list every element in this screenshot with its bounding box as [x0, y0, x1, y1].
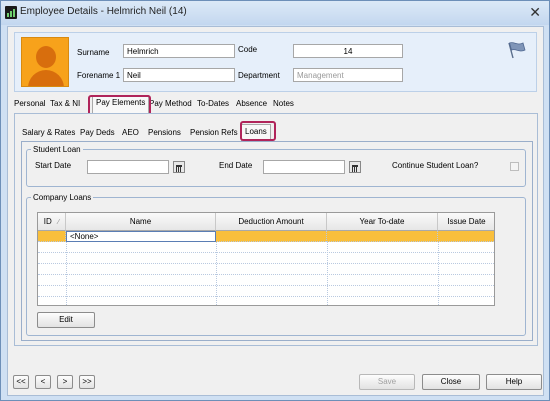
tab-pay-deds[interactable]: Pay Deds: [77, 126, 118, 139]
edit-button[interactable]: Edit: [37, 312, 95, 328]
code-label: Code: [238, 45, 258, 54]
loans-highlight: [240, 121, 276, 141]
company-loans-group: Company Loans ID ⁄ Name Deduction Amount…: [26, 193, 526, 336]
next-record-button[interactable]: >: [57, 375, 73, 389]
end-date-label: End Date: [219, 161, 253, 170]
cell-ytd: [327, 231, 438, 242]
close-button[interactable]: Close: [422, 374, 480, 390]
tab-absence[interactable]: Absence: [233, 97, 270, 110]
cell-name[interactable]: <None>: [66, 231, 216, 242]
help-button[interactable]: Help: [486, 374, 542, 390]
cell-issue-date: [438, 231, 494, 242]
surname-field[interactable]: Helmrich: [123, 44, 235, 58]
loans-panel: Student Loan Start Date End Date Continu…: [21, 141, 533, 341]
title-bar[interactable]: Employee Details - Helmrich Neil (14) ✕: [1, 1, 549, 25]
company-loans-legend: Company Loans: [33, 193, 92, 202]
sort-icon: ⁄: [58, 219, 60, 226]
end-date-calendar-icon[interactable]: [349, 161, 361, 173]
tab-to-dates[interactable]: To-Dates: [194, 97, 232, 110]
department-label: Department: [238, 71, 280, 80]
empty-row: [38, 264, 494, 275]
client-area: Surname Helmrich Forename 1 Neil Code 14…: [7, 26, 544, 396]
continue-student-loan-label: Continue Student Loan?: [392, 161, 479, 170]
column-header-year-to-date[interactable]: Year To-date: [327, 213, 438, 231]
start-date-label: Start Date: [35, 161, 72, 170]
continue-student-loan-checkbox[interactable]: [510, 162, 519, 171]
surname-label: Surname: [77, 48, 110, 57]
empty-row: [38, 286, 494, 297]
start-date-field[interactable]: [87, 160, 169, 174]
table-row[interactable]: <None>: [38, 231, 494, 242]
employee-header: Surname Helmrich Forename 1 Neil Code 14…: [14, 32, 537, 92]
department-field: Management: [293, 68, 403, 82]
student-loan-legend: Student Loan: [33, 145, 81, 154]
flag-icon[interactable]: [506, 41, 526, 59]
company-loans-grid[interactable]: ID ⁄ Name Deduction Amount Year To-date …: [37, 212, 495, 306]
empty-row: [38, 242, 494, 253]
last-record-button[interactable]: >>: [79, 375, 95, 389]
tab-salary-rates[interactable]: Salary & Rates: [19, 126, 78, 139]
tab-tax-ni[interactable]: Tax & NI: [47, 97, 83, 110]
close-window-icon[interactable]: ✕: [529, 4, 541, 21]
first-record-button[interactable]: <<: [13, 375, 29, 389]
end-date-field[interactable]: [263, 160, 345, 174]
forename-label: Forename 1: [77, 71, 121, 80]
forename-field[interactable]: Neil: [123, 68, 235, 82]
employee-details-window: Employee Details - Helmrich Neil (14) ✕ …: [0, 0, 550, 401]
tab-pension-refs[interactable]: Pension Refs: [187, 126, 241, 139]
tab-aeo[interactable]: AEO: [119, 126, 142, 139]
previous-record-button[interactable]: <: [35, 375, 51, 389]
column-header-id[interactable]: ID ⁄: [38, 213, 66, 231]
start-date-calendar-icon[interactable]: [173, 161, 185, 173]
code-field[interactable]: 14: [293, 44, 403, 58]
tab-personal[interactable]: Personal: [11, 97, 49, 110]
column-header-name[interactable]: Name: [66, 213, 216, 231]
pay-elements-panel: Salary & Rates Pay Deds AEO Pensions Pen…: [14, 113, 538, 346]
cell-id: [38, 231, 66, 242]
avatar: [21, 37, 69, 87]
tab-pensions[interactable]: Pensions: [145, 126, 184, 139]
save-button[interactable]: Save: [359, 374, 415, 390]
window-title: Employee Details - Helmrich Neil (14): [20, 6, 187, 17]
tab-pay-method[interactable]: Pay Method: [146, 97, 195, 110]
cell-deduction: [216, 231, 327, 242]
student-loan-group: Student Loan Start Date End Date Continu…: [26, 145, 526, 187]
tab-notes[interactable]: Notes: [270, 97, 297, 110]
empty-row: [38, 275, 494, 286]
column-header-deduction-amount[interactable]: Deduction Amount: [216, 213, 327, 231]
app-icon: [5, 6, 17, 19]
column-header-issue-date[interactable]: Issue Date: [438, 213, 494, 231]
empty-row: [38, 253, 494, 264]
